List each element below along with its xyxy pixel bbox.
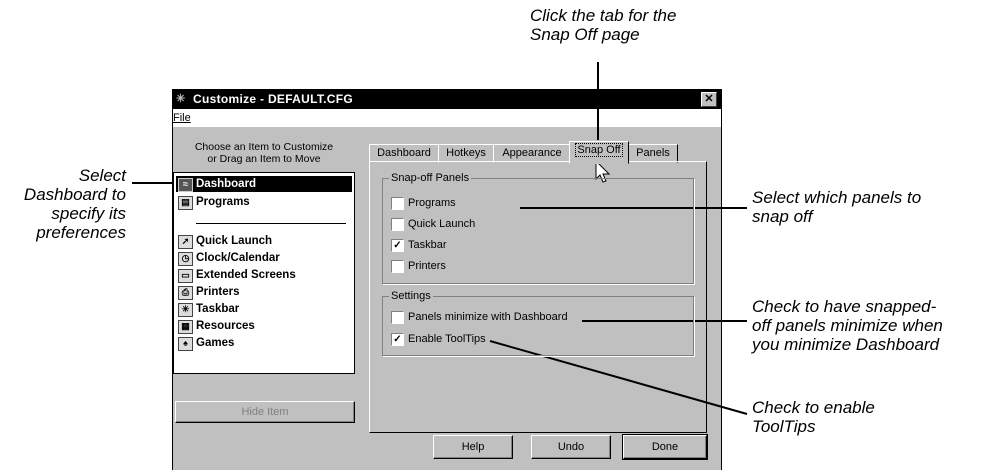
check-mark-icon: ✓	[391, 333, 404, 346]
resources-icon: ▦	[178, 320, 193, 334]
check-mark-icon: ✓	[391, 239, 404, 252]
checkbox-box	[391, 218, 404, 231]
list-item-extended-screens[interactable]: ▭ Extended Screens	[176, 267, 352, 283]
extended-screens-icon: ▭	[178, 269, 193, 283]
app-icon: ✳	[176, 93, 186, 105]
callout-select-panels: Select which panels to snap off	[752, 188, 922, 226]
callout-dashboard: Select Dashboard to specify its preference…	[23, 166, 126, 242]
list-header: Choose an Item to Customize or Drag an It…	[194, 141, 334, 165]
help-button[interactable]: Help	[433, 435, 513, 459]
settings-group-title: Settings	[389, 289, 433, 303]
customize-window: ✳ Customize - DEFAULT.CFG ✕ File Choose …	[172, 89, 722, 470]
menu-bar: File	[173, 109, 721, 127]
programs-icon: ▤	[178, 196, 193, 210]
list-item-resources[interactable]: ▦ Resources	[176, 318, 352, 334]
dashboard-icon: ≈	[178, 178, 193, 192]
menu-file[interactable]: File	[173, 109, 191, 127]
list-item-programs[interactable]: ▤ Programs	[176, 194, 352, 210]
callout-tooltips: Check to enable ToolTips	[752, 398, 875, 436]
snap-off-panel: Snap-off Panels Programs Quick Launch ✓ …	[369, 161, 707, 433]
clock-icon: ◷	[178, 252, 193, 266]
window-title: Customize - DEFAULT.CFG	[193, 92, 354, 106]
snap-off-group-title: Snap-off Panels	[389, 171, 472, 185]
done-button[interactable]: Done	[622, 434, 708, 460]
item-list[interactable]: ≈ Dashboard ▤ Programs ➚ Quick Launch ◷ …	[173, 172, 355, 374]
list-item-dashboard[interactable]: ≈ Dashboard	[176, 176, 352, 192]
checkbox-box	[391, 311, 404, 324]
list-item-quick-launch[interactable]: ➚ Quick Launch	[176, 233, 352, 249]
list-item-clock-calendar[interactable]: ◷ Clock/Calendar	[176, 250, 352, 266]
checkbox-box	[391, 197, 404, 210]
list-divider	[196, 223, 346, 224]
callout-minimize: Check to have snapped-off panels minimiz…	[752, 297, 943, 354]
list-item-games[interactable]: ♠ Games	[176, 335, 352, 351]
undo-button[interactable]: Undo	[531, 435, 611, 459]
quick-launch-icon: ➚	[178, 235, 193, 249]
hide-item-button[interactable]: Hide Item	[175, 401, 355, 423]
tab-snap-off[interactable]: Snap Off	[569, 141, 629, 164]
checkbox-box	[391, 260, 404, 273]
settings-group: Settings Panels minimize with Dashboard …	[382, 289, 694, 356]
title-bar: ✳ Customize - DEFAULT.CFG ✕	[173, 89, 721, 109]
list-item-printers[interactable]: ⎙ Printers	[176, 284, 352, 300]
snap-off-group: Snap-off Panels Programs Quick Launch ✓ …	[382, 171, 694, 284]
close-button[interactable]: ✕	[701, 92, 717, 107]
taskbar-icon: ✳	[178, 303, 193, 317]
games-icon: ♠	[178, 337, 193, 351]
callout-snap-off-tab: Click the tab for the Snap Off page	[530, 6, 677, 44]
list-item-taskbar[interactable]: ✳ Taskbar	[176, 301, 352, 317]
printer-icon: ⎙	[178, 286, 193, 300]
